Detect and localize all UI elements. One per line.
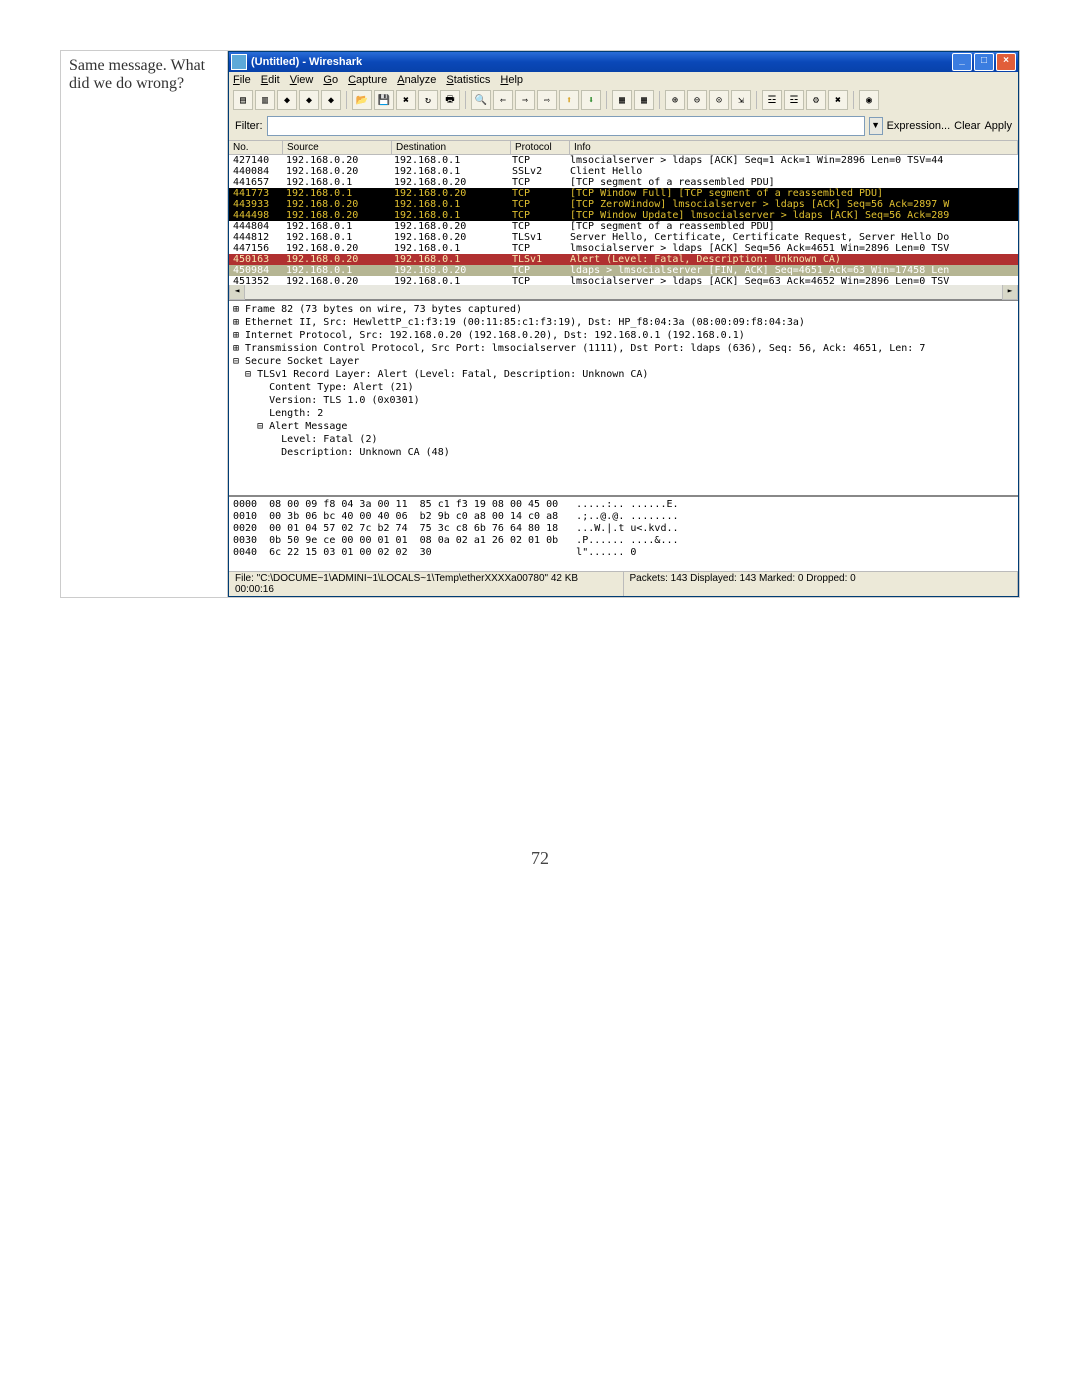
hex-dump[interactable]: 0000 08 00 09 f8 04 3a 00 11 85 c1 f3 19… <box>229 495 1018 571</box>
packet-row[interactable]: 451352192.168.0.20192.168.0.1TCPlmsocial… <box>229 276 1018 285</box>
detail-line[interactable]: ⊞ Ethernet II, Src: HewlettP_c1:f3:19 (0… <box>233 316 1014 329</box>
menu-view[interactable]: View <box>290 74 314 86</box>
maximize-button[interactable]: □ <box>974 53 994 71</box>
detail-line[interactable]: Level: Fatal (2) <box>233 433 1014 446</box>
packet-detail[interactable]: ⊞ Frame 82 (73 bytes on wire, 73 bytes c… <box>229 299 1018 495</box>
col-no[interactable]: No. <box>229 141 283 154</box>
detail-line[interactable]: ⊞ Transmission Control Protocol, Src Por… <box>233 342 1014 355</box>
menu-analyze[interactable]: Analyze <box>397 74 436 86</box>
hex-line[interactable]: 0010 00 3b 06 bc 40 00 40 06 b2 9b c0 a8… <box>233 511 1014 523</box>
packet-row[interactable]: 441773192.168.0.1192.168.0.20TCP[TCP Win… <box>229 188 1018 199</box>
tb-find-icon[interactable]: 🔍 <box>471 90 491 110</box>
detail-line[interactable]: ⊞ Frame 82 (73 bytes on wire, 73 bytes c… <box>233 303 1014 316</box>
apply-button[interactable]: Apply <box>984 120 1012 132</box>
tb-open-icon[interactable]: 📂 <box>352 90 372 110</box>
packet-row[interactable]: 444498192.168.0.20192.168.0.1TCP[TCP Win… <box>229 210 1018 221</box>
col-destination[interactable]: Destination <box>392 141 511 154</box>
tb-colorize-icon[interactable]: ▦ <box>612 90 632 110</box>
titlebar[interactable]: (Untitled) - Wireshark _ □ × <box>229 52 1018 72</box>
tb-save-icon[interactable]: 💾 <box>374 90 394 110</box>
clear-button[interactable]: Clear <box>954 120 980 132</box>
menu-capture[interactable]: Capture <box>348 74 387 86</box>
packet-row[interactable]: 450984192.168.0.1192.168.0.20TCPldaps > … <box>229 265 1018 276</box>
filter-label: Filter: <box>235 120 263 132</box>
minimize-button[interactable]: _ <box>952 53 972 71</box>
tb-autoscroll-icon[interactable]: ▦ <box>634 90 654 110</box>
tb-goto-icon[interactable]: ⇨ <box>537 90 557 110</box>
scroll-right-icon[interactable]: ► <box>1002 284 1018 300</box>
scroll-left-icon[interactable]: ◄ <box>229 284 245 300</box>
filter-input[interactable] <box>267 116 865 136</box>
tb-print-icon[interactable]: 🖶 <box>440 90 460 110</box>
filter-dropdown-icon[interactable]: ▼ <box>869 117 883 135</box>
expression-button[interactable]: Expression... <box>887 120 951 132</box>
packet-row[interactable]: 444804192.168.0.1192.168.0.20TCP[TCP seg… <box>229 221 1018 232</box>
packet-row[interactable]: 427140192.168.0.20192.168.0.1TCPlmsocial… <box>229 155 1018 166</box>
tb-fwd-icon[interactable]: ⇒ <box>515 90 535 110</box>
tb-filter-icon[interactable]: ☲ <box>762 90 782 110</box>
status-file: File: "C:\DOCUME~1\ADMINI~1\LOCALS~1\Tem… <box>229 572 624 596</box>
tb-start-icon[interactable]: ◆ <box>277 90 297 110</box>
menu-go[interactable]: Go <box>323 74 338 86</box>
menu-edit[interactable]: Edit <box>261 74 280 86</box>
col-info[interactable]: Info <box>570 141 1018 154</box>
tb-reload-icon[interactable]: ↻ <box>418 90 438 110</box>
menubar: File Edit View Go Capture Analyze Statis… <box>229 72 1018 88</box>
tb-resize-icon[interactable]: ⇲ <box>731 90 751 110</box>
packet-list[interactable]: 427140192.168.0.20192.168.0.1TCPlmsocial… <box>229 155 1018 285</box>
detail-line[interactable]: Description: Unknown CA (48) <box>233 446 1014 459</box>
tb-interfaces-icon[interactable]: ▤ <box>233 90 253 110</box>
hscrollbar[interactable]: ◄ ► <box>229 285 1018 299</box>
tb-prefs-icon[interactable]: ⚙ <box>806 90 826 110</box>
statusbar: File: "C:\DOCUME~1\ADMINI~1\LOCALS~1\Tem… <box>229 571 1018 596</box>
packet-row[interactable]: 447156192.168.0.20192.168.0.1TCPlmsocial… <box>229 243 1018 254</box>
menu-file[interactable]: File <box>233 74 251 86</box>
tb-back-icon[interactable]: ⇐ <box>493 90 513 110</box>
left-note: Same message. What did we do wrong? <box>61 51 228 597</box>
packet-row[interactable]: 450163192.168.0.20192.168.0.1TLSv1Alert … <box>229 254 1018 265</box>
app-icon <box>231 54 247 70</box>
page-number: 72 <box>60 848 1020 869</box>
tb-close-icon[interactable]: ✖ <box>396 90 416 110</box>
toolbar: ▤ ▥ ◆ ◆ ◆ 📂 💾 ✖ ↻ 🖶 🔍 ⇐ ⇒ ⇨ ⬆ ⬇ ▦ <box>229 88 1018 112</box>
tb-restart-icon[interactable]: ◆ <box>321 90 341 110</box>
packet-row[interactable]: 440084192.168.0.20192.168.0.1SSLv2Client… <box>229 166 1018 177</box>
tb-first-icon[interactable]: ⬆ <box>559 90 579 110</box>
menu-statistics[interactable]: Statistics <box>446 74 490 86</box>
detail-line[interactable]: ⊞ Internet Protocol, Src: 192.168.0.20 (… <box>233 329 1014 342</box>
hex-line[interactable]: 0020 00 01 04 57 02 7c b2 74 75 3c c8 6b… <box>233 523 1014 535</box>
tb-zoomout-icon[interactable]: ⊖ <box>687 90 707 110</box>
wireshark-window: (Untitled) - Wireshark _ □ × File Edit V… <box>228 51 1019 597</box>
hex-line[interactable]: 0030 0b 50 9e ce 00 00 01 01 08 0a 02 a1… <box>233 535 1014 547</box>
tb-stop-icon[interactable]: ◆ <box>299 90 319 110</box>
detail-line[interactable]: ⊟ Secure Socket Layer <box>233 355 1014 368</box>
close-button[interactable]: × <box>996 53 1016 71</box>
hex-line[interactable]: 0040 6c 22 15 03 01 00 02 02 30 l"......… <box>233 547 1014 559</box>
detail-line[interactable]: Version: TLS 1.0 (0x0301) <box>233 394 1014 407</box>
packet-row[interactable]: 441657192.168.0.1192.168.0.20TCP[TCP seg… <box>229 177 1018 188</box>
tb-zoomin-icon[interactable]: ⊕ <box>665 90 685 110</box>
status-packets: Packets: 143 Displayed: 143 Marked: 0 Dr… <box>624 572 1019 596</box>
packet-row[interactable]: 444812192.168.0.1192.168.0.20TLSv1Server… <box>229 232 1018 243</box>
detail-line[interactable]: Content Type: Alert (21) <box>233 381 1014 394</box>
detail-line[interactable]: ⊟ TLSv1 Record Layer: Alert (Level: Fata… <box>233 368 1014 381</box>
menu-help[interactable]: Help <box>500 74 523 86</box>
hex-line[interactable]: 0000 08 00 09 f8 04 3a 00 11 85 c1 f3 19… <box>233 499 1014 511</box>
col-protocol[interactable]: Protocol <box>511 141 570 154</box>
detail-line[interactable]: ⊟ Alert Message <box>233 420 1014 433</box>
tb-options-icon[interactable]: ▥ <box>255 90 275 110</box>
tb-help-icon[interactable]: ✖ <box>828 90 848 110</box>
filterbar: Filter: ▼ Expression... Clear Apply <box>229 112 1018 140</box>
window-title: (Untitled) - Wireshark <box>251 56 950 68</box>
tb-zoom100-icon[interactable]: ⊙ <box>709 90 729 110</box>
tb-color-icon[interactable]: ☲ <box>784 90 804 110</box>
col-source[interactable]: Source <box>283 141 392 154</box>
detail-line[interactable]: Length: 2 <box>233 407 1014 420</box>
packet-row[interactable]: 443933192.168.0.20192.168.0.1TCP[TCP Zer… <box>229 199 1018 210</box>
tb-last-icon[interactable]: ⬇ <box>581 90 601 110</box>
packet-list-header: No. Source Destination Protocol Info <box>229 140 1018 155</box>
tb-about-icon[interactable]: ◉ <box>859 90 879 110</box>
